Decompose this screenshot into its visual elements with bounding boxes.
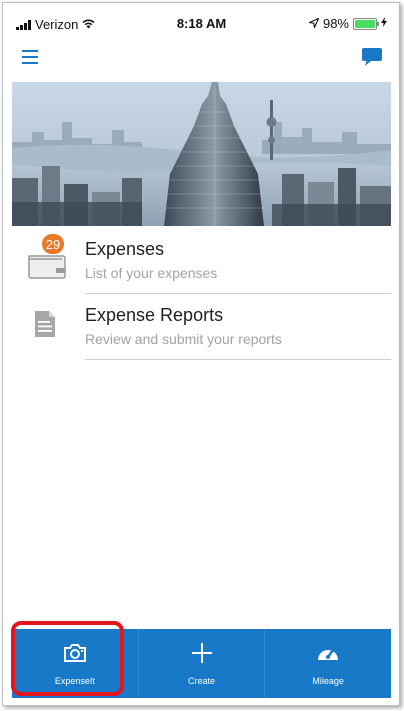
document-icon xyxy=(34,310,56,338)
tab-mileage[interactable]: Mileage xyxy=(264,629,391,698)
list-item-subtitle: List of your expenses xyxy=(85,265,218,281)
list-item-title: Expenses xyxy=(85,239,165,259)
plus-icon xyxy=(189,641,215,665)
hamburger-menu-icon[interactable] xyxy=(22,50,38,64)
wallet-icon xyxy=(26,250,68,280)
screenshot-frame: Verizon 8:18 AM 98% 29 Expenses List of … xyxy=(2,2,400,706)
battery-icon xyxy=(353,17,379,30)
city-skyline-banner xyxy=(12,82,391,226)
expense-count-badge: 29 xyxy=(41,233,65,255)
battery-fill xyxy=(355,19,375,28)
chat-bubble-icon[interactable] xyxy=(361,46,383,68)
tab-label: Mileage xyxy=(312,676,344,686)
status-right: 98% xyxy=(307,16,387,31)
phone-screen: Verizon 8:18 AM 98% 29 Expenses List of … xyxy=(12,12,391,698)
speedometer-icon xyxy=(315,641,341,665)
divider xyxy=(85,293,391,294)
list-item-subtitle: Review and submit your reports xyxy=(85,331,282,347)
list-item-expenses[interactable]: 29 Expenses List of your expenses xyxy=(12,230,391,294)
divider xyxy=(85,359,391,360)
tab-expenseit[interactable]: ExpenseIt xyxy=(12,629,138,698)
location-arrow-icon xyxy=(307,16,320,31)
battery-percent: 98% xyxy=(322,16,349,31)
list-item-expense-reports[interactable]: Expense Reports Review and submit your r… xyxy=(12,296,391,360)
camera-icon xyxy=(62,641,88,665)
status-bar: Verizon 8:18 AM 98% xyxy=(12,12,391,36)
battery-cap xyxy=(377,21,379,26)
nav-bar xyxy=(12,36,391,80)
tab-create[interactable]: Create xyxy=(137,629,265,698)
tab-label: ExpenseIt xyxy=(54,676,95,686)
tab-label: Create xyxy=(188,676,216,686)
list-item-title: Expense Reports xyxy=(85,305,224,325)
charging-bolt-icon xyxy=(381,17,387,30)
bottom-tab-bar: ExpenseIt Create Mileage xyxy=(12,629,391,698)
